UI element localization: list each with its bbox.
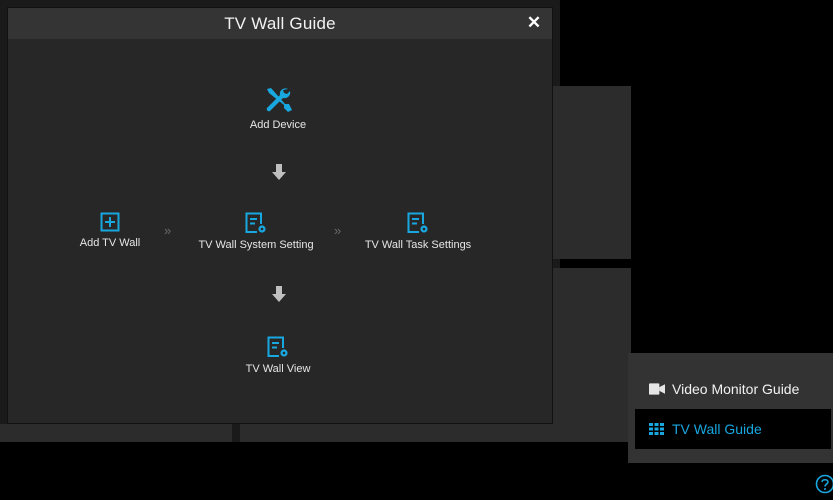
step-add-device[interactable]: Add Device <box>238 86 318 131</box>
arrow-down-icon <box>272 164 286 180</box>
wall-pane <box>0 424 232 442</box>
dialog-title: TV Wall Guide <box>224 13 336 33</box>
step-system-setting[interactable]: TV Wall System Setting <box>186 212 326 251</box>
settings-doc-icon <box>407 212 429 234</box>
chevron-right-icon: » <box>164 223 171 238</box>
step-tv-wall-view[interactable]: TV Wall View <box>228 336 328 375</box>
chevron-right-icon: » <box>334 223 341 238</box>
wall-pane <box>552 268 631 442</box>
wall-pane <box>240 424 552 442</box>
help-icon[interactable] <box>815 474 833 494</box>
close-icon[interactable]: ✕ <box>524 11 544 35</box>
tv-wall-guide-dialog: TV Wall Guide ✕ Add Device Add TV Wall » <box>8 8 552 423</box>
guide-menu: Video Monitor Guide TV Wall Guide <box>628 353 833 463</box>
dialog-header: TV Wall Guide ✕ <box>8 8 552 39</box>
step-label: TV Wall Task Settings <box>364 239 472 251</box>
step-label: Add TV Wall <box>79 237 141 249</box>
step-task-settings[interactable]: TV Wall Task Settings <box>348 212 488 251</box>
step-add-tv-wall[interactable]: Add TV Wall <box>70 212 150 249</box>
step-label: Add Device <box>249 119 307 131</box>
menu-item-video-monitor-guide[interactable]: Video Monitor Guide <box>635 369 831 409</box>
wall-pane <box>631 0 833 352</box>
grid-icon <box>649 422 665 436</box>
step-label: TV Wall View <box>245 363 311 375</box>
video-camera-icon <box>649 382 665 396</box>
step-label: TV Wall System Setting <box>198 239 314 251</box>
menu-item-label: TV Wall Guide <box>672 421 762 437</box>
plus-square-icon <box>100 212 120 232</box>
settings-doc-icon <box>267 336 289 358</box>
wall-pane <box>552 86 631 259</box>
menu-item-tv-wall-guide[interactable]: TV Wall Guide <box>635 409 831 449</box>
arrow-down-icon <box>272 286 286 302</box>
menu-item-label: Video Monitor Guide <box>672 381 800 397</box>
settings-doc-icon <box>245 212 267 234</box>
tools-icon <box>263 86 293 114</box>
